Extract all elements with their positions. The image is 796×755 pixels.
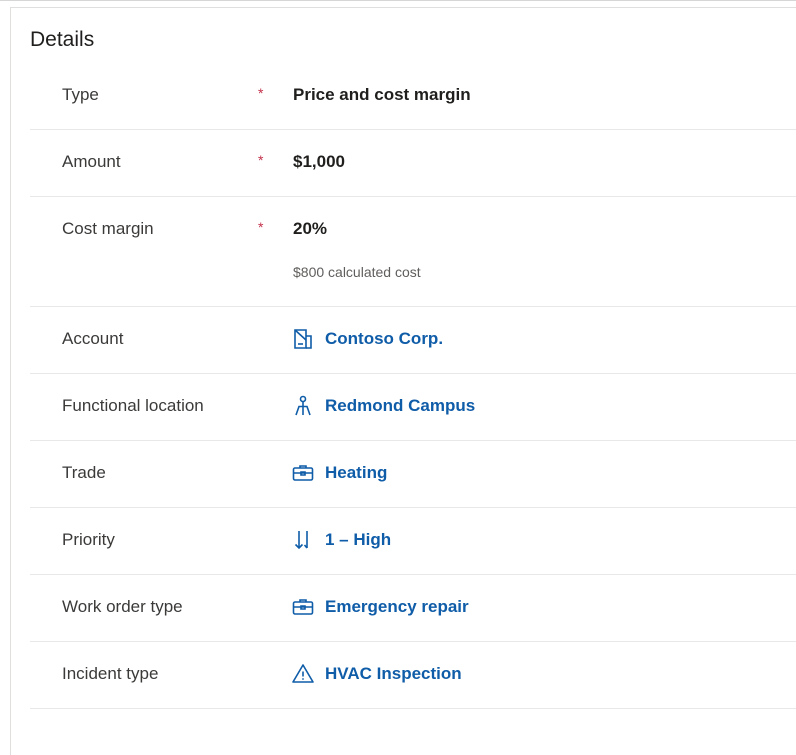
- account-link-text[interactable]: Contoso Corp.: [325, 329, 443, 349]
- cost-margin-value[interactable]: 20%: [293, 219, 327, 239]
- field-label: Incident type: [62, 664, 159, 683]
- field-label: Amount: [62, 152, 121, 171]
- details-fields: Type * Price and cost margin Amount * $1…: [30, 63, 796, 709]
- field-label: Priority: [62, 530, 115, 549]
- field-label: Work order type: [62, 597, 183, 616]
- type-value[interactable]: Price and cost margin: [293, 85, 471, 105]
- functional-location-link-text[interactable]: Redmond Campus: [325, 396, 475, 416]
- field-row-trade: Trade Heating: [30, 441, 796, 508]
- field-label: Type: [62, 85, 99, 104]
- field-label: Trade: [62, 463, 106, 482]
- priority-link-text[interactable]: 1 – High: [325, 530, 391, 550]
- field-row-amount: Amount * $1,000: [30, 130, 796, 197]
- required-marker: *: [258, 85, 264, 101]
- field-row-account: Account Contoso Corp.: [30, 307, 796, 374]
- required-marker: *: [258, 219, 264, 235]
- trade-link[interactable]: Heating: [291, 461, 387, 485]
- functional-location-link[interactable]: Redmond Campus: [291, 394, 475, 418]
- trade-link-text[interactable]: Heating: [325, 463, 387, 483]
- field-row-cost-margin: Cost margin * 20% $800 calculated cost: [30, 197, 796, 307]
- incident-type-link-text[interactable]: HVAC Inspection: [325, 664, 462, 684]
- account-link[interactable]: Contoso Corp.: [291, 327, 443, 351]
- amount-value[interactable]: $1,000: [293, 152, 345, 172]
- section-title: Details: [30, 28, 95, 51]
- sort-priority-icon: [291, 528, 315, 552]
- warning-icon: [291, 662, 315, 686]
- location-hierarchy-icon: [291, 394, 315, 418]
- incident-type-link[interactable]: HVAC Inspection: [291, 662, 462, 686]
- field-row-functional-location: Functional location Redmond Campus: [30, 374, 796, 441]
- required-marker: *: [258, 152, 264, 168]
- field-label: Functional location: [62, 396, 204, 415]
- field-row-priority: Priority 1 – High: [30, 508, 796, 575]
- field-label: Cost margin: [62, 219, 154, 238]
- toolbox-icon: [291, 595, 315, 619]
- field-row-type: Type * Price and cost margin: [30, 63, 796, 130]
- building-icon: [291, 327, 315, 351]
- priority-link[interactable]: 1 – High: [291, 528, 391, 552]
- toolbox-icon: [291, 461, 315, 485]
- work-order-type-link[interactable]: Emergency repair: [291, 595, 469, 619]
- calculated-cost-hint: $800 calculated cost: [293, 264, 421, 280]
- work-order-type-link-text[interactable]: Emergency repair: [325, 597, 469, 617]
- details-card: Details Type * Price and cost margin Amo…: [10, 7, 796, 755]
- field-row-work-order-type: Work order type Emergency repair: [30, 575, 796, 642]
- field-row-incident-type: Incident type HVAC Inspection: [30, 642, 796, 709]
- field-label: Account: [62, 329, 124, 348]
- page: Details Type * Price and cost margin Amo…: [0, 0, 796, 755]
